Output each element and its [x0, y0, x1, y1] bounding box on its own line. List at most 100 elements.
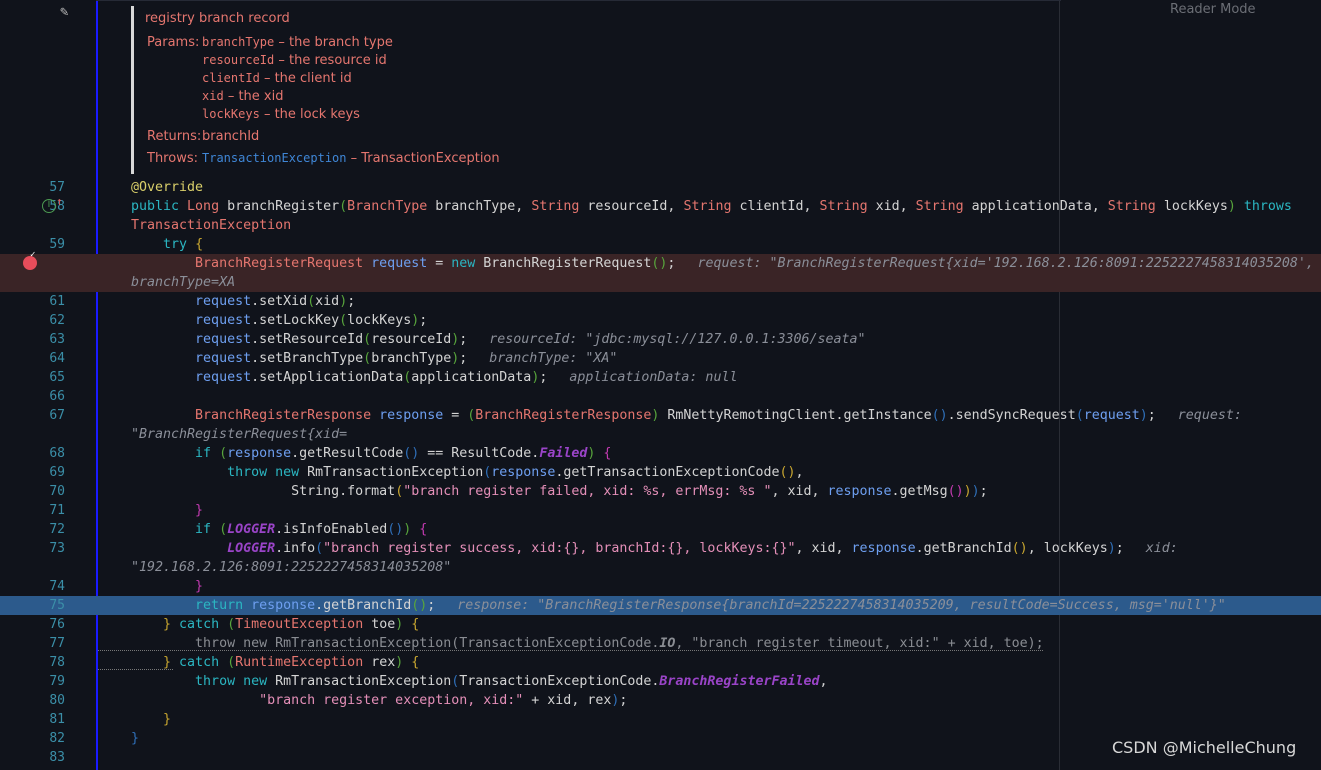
- line-number[interactable]: 64: [0, 349, 65, 368]
- line-number[interactable]: 76: [0, 615, 65, 634]
- divider: [96, 0, 1061, 1]
- line-number[interactable]: 61: [0, 292, 65, 311]
- throws-type-link[interactable]: TransactionException: [202, 151, 347, 165]
- code-token: xid: [315, 294, 340, 309]
- line-number[interactable]: 81: [0, 710, 65, 729]
- line-number[interactable]: 74: [0, 577, 65, 596]
- code-line[interactable]: 64 request.setBranchType(branchType); bra…: [0, 349, 1321, 368]
- code-token: BranchRegisterFailed: [659, 674, 820, 689]
- code-line[interactable]: 72 if (LOGGER.isInfoEnabled()) {: [0, 520, 1321, 539]
- code-token: request: [195, 294, 252, 309]
- returns-label: Returns:: [147, 129, 202, 144]
- code-line[interactable]: 79 throw new RmTransactionException(Tran…: [0, 672, 1321, 691]
- code-token: == ResultCode.: [419, 446, 540, 461]
- params-label: Params:: [147, 35, 200, 50]
- override-implements-icon[interactable]: I: [42, 199, 56, 213]
- code-line[interactable]: 66: [0, 387, 1321, 406]
- code-token: , xid,: [771, 484, 828, 499]
- line-number[interactable]: 63: [0, 330, 65, 349]
- breakpoint-icon[interactable]: [23, 250, 37, 270]
- line-number[interactable]: 82: [0, 729, 65, 748]
- code-token: (): [1011, 541, 1028, 556]
- code-token: RmNettyRemotingClient.getInstance: [659, 408, 932, 423]
- code-token: (: [227, 655, 236, 670]
- code-token: @Override: [131, 180, 204, 195]
- code-token: "branch register failed, xid: %s, errMsg…: [403, 484, 772, 499]
- code-line[interactable]: 75 return response.getBranchId(); respons…: [0, 596, 1321, 615]
- code-token: applicationData: [411, 370, 532, 385]
- code-token: .setXid: [251, 294, 308, 309]
- code-token: BranchRegisterResponse: [475, 408, 652, 423]
- line-number[interactable]: 67: [0, 406, 65, 425]
- code-token: (): [931, 408, 948, 423]
- edit-doc-icon[interactable]: ✎: [60, 4, 68, 20]
- code-line[interactable]: 61 request.setXid(xid);: [0, 292, 1321, 311]
- code-line[interactable]: 77 throw new RmTransactionException(Tran…: [0, 634, 1321, 653]
- code-token: request: [195, 313, 252, 328]
- line-number[interactable]: 68: [0, 444, 65, 463]
- code-text: @Override: [131, 178, 1321, 197]
- code-token: BranchRegisterResponse: [195, 408, 380, 423]
- code-line[interactable]: 57 @Override: [0, 178, 1321, 197]
- code-token: String: [531, 199, 588, 214]
- code-token: String: [819, 199, 876, 214]
- line-number[interactable]: 80: [0, 691, 65, 710]
- line-number[interactable]: 71: [0, 501, 65, 520]
- reader-mode-button[interactable]: Reader Mode: [1170, 2, 1256, 17]
- line-number[interactable]: 70: [0, 482, 65, 501]
- code-token: ): [971, 484, 980, 499]
- code-line[interactable]: 76 } catch (TimeoutException toe) {: [0, 615, 1321, 634]
- code-line[interactable]: 68 if (response.getResultCode() == Resul…: [0, 444, 1321, 463]
- code-token: catch: [171, 655, 228, 670]
- code-token: throw new: [227, 465, 308, 480]
- code-line[interactable]: 71 }: [0, 501, 1321, 520]
- code-editor[interactable]: 57 @Override 58 I ↑ public Long branchRegiste…: [0, 178, 1321, 767]
- code-token: .getBranchId: [915, 541, 1012, 556]
- code-line[interactable]: 81 }: [0, 710, 1321, 729]
- code-text: request.setLockKey(lockKeys);: [131, 311, 1321, 330]
- code-token: return: [195, 598, 252, 613]
- code-token: new: [451, 256, 484, 271]
- code-token: .setResourceId: [251, 332, 364, 347]
- code-line[interactable]: 69 throw new RmTransactionException(resp…: [0, 463, 1321, 482]
- line-number[interactable]: 66: [0, 387, 65, 406]
- line-number[interactable]: 79: [0, 672, 65, 691]
- code-line[interactable]: 58 I ↑ public Long branchRegister(BranchTyp…: [0, 195, 1321, 235]
- code-line[interactable]: 70 String.format("branch register failed…: [0, 482, 1321, 501]
- line-number[interactable]: 73: [0, 539, 65, 558]
- line-number[interactable]: 69: [0, 463, 65, 482]
- arrow-up-icon: ↑: [56, 195, 63, 208]
- code-token: ;: [667, 256, 676, 271]
- line-number[interactable]: 83: [0, 748, 65, 767]
- code-line[interactable]: BranchRegisterRequest request = new Bran…: [0, 250, 1321, 292]
- code-line[interactable]: 80 "branch register exception, xid:" + x…: [0, 691, 1321, 710]
- code-token: ,: [819, 674, 828, 689]
- line-number[interactable]: 77: [0, 634, 65, 653]
- throws-desc: – TransactionException: [350, 151, 500, 166]
- code-token: response: [379, 408, 444, 423]
- line-number[interactable]: 62: [0, 311, 65, 330]
- code-line[interactable]: 67 BranchRegisterResponse response = (Br…: [0, 406, 1321, 444]
- code-text: request.setApplicationData(applicationDa…: [131, 368, 1321, 387]
- line-number[interactable]: 78: [0, 653, 65, 672]
- line-number[interactable]: 65: [0, 368, 65, 387]
- line-number[interactable]: 72: [0, 520, 65, 539]
- line-number[interactable]: 75: [0, 596, 65, 615]
- code-line[interactable]: 73 LOGGER.info("branch register success,…: [0, 539, 1321, 577]
- code-token: TimeoutException: [235, 617, 372, 632]
- code-token: (): [403, 446, 420, 461]
- code-token: branchType,: [435, 199, 532, 214]
- code-line[interactable]: 62 request.setLockKey(lockKeys);: [0, 311, 1321, 330]
- code-token: ;: [459, 332, 468, 347]
- code-line[interactable]: 65 request.setApplicationData(applicatio…: [0, 368, 1321, 387]
- code-text: request.setXid(xid);: [131, 292, 1321, 311]
- code-token: resourceId,: [587, 199, 684, 214]
- code-line[interactable]: 74 }: [0, 577, 1321, 596]
- code-line[interactable]: 59 try {: [0, 235, 1321, 254]
- code-token: throw new: [195, 674, 276, 689]
- code-line[interactable]: 78 } catch (RuntimeException rex) {: [0, 653, 1321, 672]
- code-line[interactable]: 63 request.setResourceId(resourceId); res…: [0, 330, 1321, 349]
- code-text: } catch (RuntimeException rex) {: [131, 653, 1321, 672]
